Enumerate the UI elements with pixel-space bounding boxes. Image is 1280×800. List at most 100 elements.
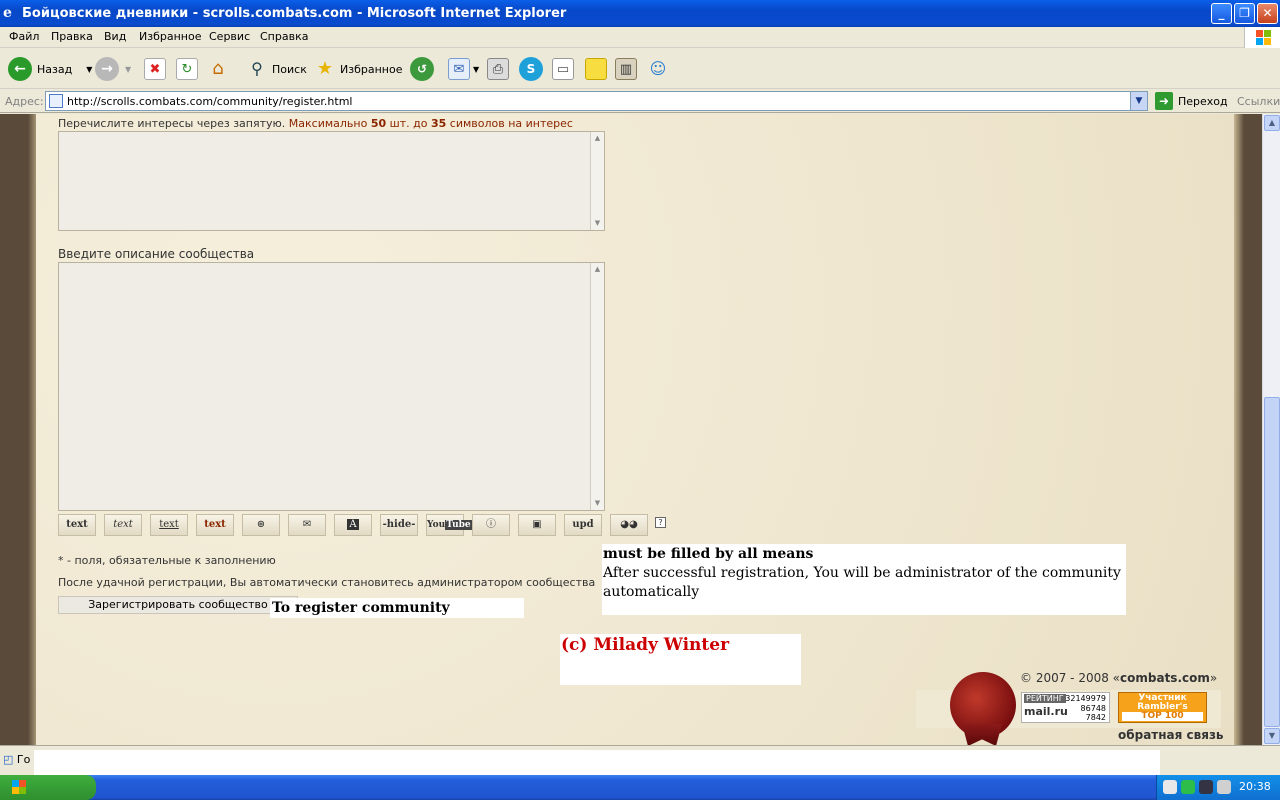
bold-button[interactable]: text: [58, 514, 96, 536]
close-button[interactable]: ✕: [1257, 3, 1278, 24]
page-icon: [49, 94, 63, 108]
start-button[interactable]: [0, 775, 96, 800]
star-icon: ★: [316, 58, 334, 79]
menu-help[interactable]: Справка: [260, 30, 308, 43]
help-icon[interactable]: ?: [655, 517, 666, 528]
messenger-button[interactable]: ☺: [647, 56, 669, 82]
chevron-down-icon[interactable]: ▼: [1130, 92, 1147, 110]
address-input[interactable]: http://scrolls.combats.com/community/reg…: [45, 91, 1148, 111]
chevron-down-icon[interactable]: ▼: [125, 65, 131, 74]
description-textarea[interactable]: ▲ ▼: [58, 262, 605, 511]
home-icon: ⌂: [212, 58, 224, 79]
parchment-right-edge: [1234, 114, 1244, 745]
tray-app-icon[interactable]: [1181, 780, 1195, 794]
menu-tools[interactable]: Сервис: [209, 30, 250, 43]
go-button[interactable]: ➜ Переход: [1155, 92, 1228, 110]
mail-button[interactable]: ✉ ▼: [448, 56, 479, 82]
search-button[interactable]: ⚲ Поиск: [246, 56, 307, 82]
link-button[interactable]: ⊛: [242, 514, 280, 536]
refresh-icon: ↻: [176, 58, 198, 80]
minimize-button[interactable]: _: [1211, 3, 1232, 24]
interests-hint: Максимально 50 шт. до 35 символов на инт…: [288, 117, 573, 130]
chevron-down-icon[interactable]: ▼: [473, 65, 479, 74]
required-translation-box: must be filled by all means After succes…: [602, 544, 1126, 615]
info-button[interactable]: ⓘ: [472, 514, 510, 536]
tray-volume-icon[interactable]: [1199, 780, 1213, 794]
scroll-down-icon[interactable]: ▼: [592, 498, 603, 509]
links-label[interactable]: Ссылки: [1237, 95, 1280, 108]
copyright-site-link[interactable]: combats.com: [1120, 671, 1210, 685]
interests-label-row: Перечислите интересы через запятую. Макс…: [58, 117, 573, 130]
underline-button[interactable]: text: [150, 514, 188, 536]
textarea-scrollbar[interactable]: ▲ ▼: [590, 263, 604, 510]
note-icon: [585, 58, 607, 80]
update-button[interactable]: upd: [564, 514, 602, 536]
note-button[interactable]: [585, 56, 607, 82]
hide-button[interactable]: -hide-: [380, 514, 418, 536]
register-community-button[interactable]: Зарегистрировать сообщество: [58, 596, 298, 614]
forward-arrow-icon: →: [95, 57, 119, 81]
mailru-value-3: 7842: [1085, 713, 1106, 722]
back-label: Назад: [37, 62, 73, 76]
scrollbar-thumb[interactable]: [1264, 397, 1280, 727]
forward-button[interactable]: → ▼: [95, 56, 131, 82]
mail-tag-button[interactable]: ✉: [288, 514, 326, 536]
menu-edit[interactable]: Правка: [51, 30, 93, 43]
info-icon: ⓘ: [486, 519, 496, 530]
address-bar: Адрес: http://scrolls.combats.com/commun…: [0, 90, 1280, 113]
refresh-button[interactable]: ↻: [176, 56, 198, 82]
favorites-button[interactable]: ★ Избранное: [314, 56, 403, 82]
required-note: * - поля, обязательные к заполнению: [58, 554, 276, 567]
rambler-top100-badge[interactable]: Участник Rambler's TOP 100: [1118, 692, 1207, 723]
font-icon: A: [347, 519, 359, 530]
status-bar: ◰ Го: [0, 745, 1280, 790]
ie-page-icon: ◰: [3, 753, 14, 766]
stop-button[interactable]: ✖: [144, 56, 166, 82]
page-scrollbar[interactable]: ▲ ▼: [1262, 114, 1280, 745]
scroll-up-icon[interactable]: ▲: [592, 133, 603, 144]
page-viewport: Перечислите интересы через запятую. Макс…: [0, 114, 1262, 745]
interests-label: Перечислите интересы через запятую.: [58, 117, 286, 130]
print-button[interactable]: ⎙: [487, 56, 509, 82]
mailru-logo: mail.ru: [1024, 705, 1068, 718]
skype-button[interactable]: S: [519, 56, 543, 82]
image-button[interactable]: ▣: [518, 514, 556, 536]
tray-wifi-icon[interactable]: [1217, 780, 1231, 794]
menu-view[interactable]: Вид: [104, 30, 126, 43]
ie-icon: e: [3, 5, 12, 21]
textarea-scrollbar[interactable]: ▲ ▼: [590, 132, 604, 230]
back-button[interactable]: ← Назад ▼: [8, 56, 92, 82]
menu-file[interactable]: Файл: [9, 30, 39, 43]
feedback-link[interactable]: обратная связь: [1118, 728, 1224, 742]
chevron-down-icon[interactable]: ▼: [86, 65, 92, 74]
edit-button[interactable]: ▭: [552, 56, 574, 82]
interests-textarea[interactable]: ▲ ▼: [58, 131, 605, 231]
smiley-button[interactable]: ◕◕: [610, 514, 648, 536]
maximize-button[interactable]: ❐: [1234, 3, 1255, 24]
font-button[interactable]: A: [334, 514, 372, 536]
history-button[interactable]: ↺: [410, 56, 434, 82]
home-button[interactable]: ⌂: [207, 56, 229, 82]
mailru-counter[interactable]: РЕЙТИНГ 32149979 mail.ru 86748 7842: [1021, 692, 1110, 723]
submit-translation: To register community: [270, 598, 524, 618]
scroll-up-icon[interactable]: ▲: [1264, 115, 1280, 131]
scroll-down-icon[interactable]: ▼: [592, 218, 603, 229]
color-button[interactable]: text: [196, 514, 234, 536]
go-label: Переход: [1178, 94, 1228, 108]
italic-button[interactable]: text: [104, 514, 142, 536]
research-button[interactable]: ▥: [615, 56, 637, 82]
scroll-down-icon[interactable]: ▼: [1264, 728, 1280, 744]
tray-network-icon[interactable]: [1163, 780, 1177, 794]
scroll-up-icon[interactable]: ▲: [592, 264, 603, 275]
print-icon: ⎙: [487, 58, 509, 80]
research-icon: ▥: [615, 58, 637, 80]
menu-favorites[interactable]: Избранное: [139, 30, 201, 43]
link-icon: ⊛: [256, 519, 266, 530]
system-tray: 20:38: [1156, 775, 1280, 800]
required-translation-2: After successful registration, You will …: [603, 565, 1121, 600]
search-icon: ⚲: [251, 59, 263, 78]
eyes-icon: ◕◕: [620, 519, 638, 530]
clock[interactable]: 20:38: [1239, 780, 1271, 793]
youtube-button[interactable]: YouTube: [426, 514, 472, 536]
status-text: ◰ Го: [3, 753, 31, 766]
